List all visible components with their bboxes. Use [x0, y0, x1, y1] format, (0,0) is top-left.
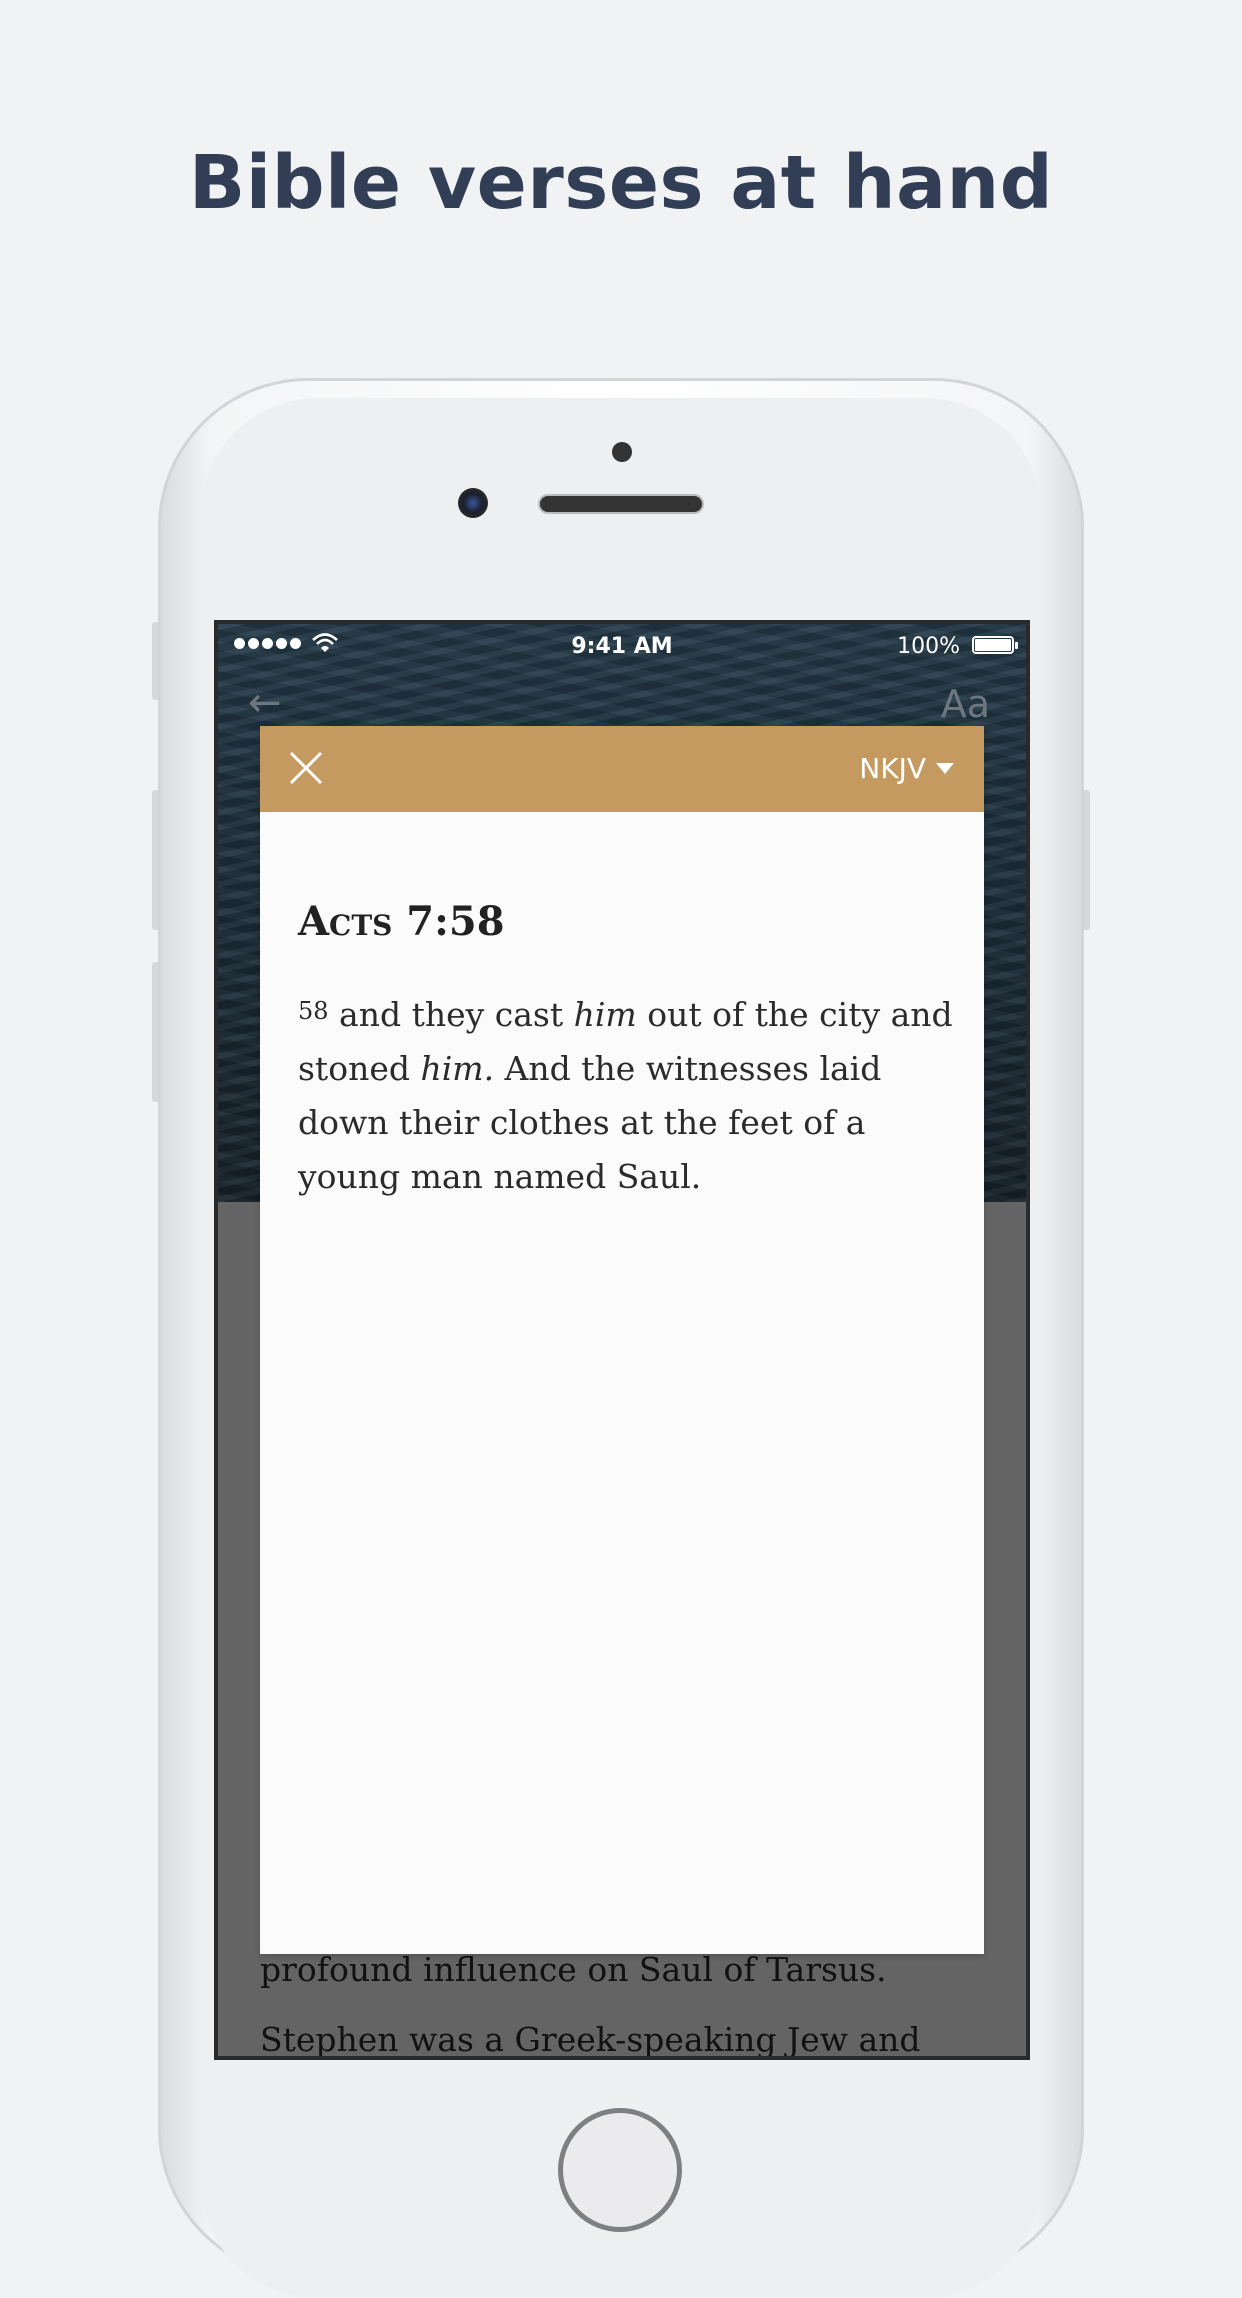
verse-popup: NKJV Acts 7:58 58 and they cast him out …: [260, 726, 984, 1954]
status-bar: 9:41 AM 100%: [218, 624, 1026, 672]
arrow-left-icon[interactable]: ←: [248, 680, 282, 726]
version-label: NKJV: [859, 752, 926, 785]
verse-italic-segment: him: [573, 995, 637, 1034]
verse-number: 58: [298, 997, 329, 1025]
verse-reference: Acts 7:58: [298, 898, 505, 945]
page-headline: Bible verses at hand: [188, 140, 1054, 226]
battery-percent: 100%: [897, 634, 960, 659]
verse-italic-segment: him.: [420, 1049, 495, 1088]
font-size-button[interactable]: Aa: [941, 682, 990, 726]
home-button: [558, 2108, 682, 2232]
front-camera: [458, 488, 488, 518]
close-icon[interactable]: [288, 750, 324, 786]
proximity-sensor: [612, 442, 632, 462]
chevron-down-icon: [936, 763, 954, 774]
article-text-line: Stephen was a Greek-speaking Jew and: [260, 2020, 921, 2059]
verse-popup-header: NKJV: [260, 726, 984, 812]
verse-segment: and they cast: [328, 995, 574, 1034]
battery-icon: [972, 636, 1018, 654]
verse-text: 58 and they cast him out of the city and…: [298, 988, 958, 1204]
version-selector[interactable]: NKJV: [859, 752, 954, 785]
earpiece-speaker: [540, 496, 702, 512]
